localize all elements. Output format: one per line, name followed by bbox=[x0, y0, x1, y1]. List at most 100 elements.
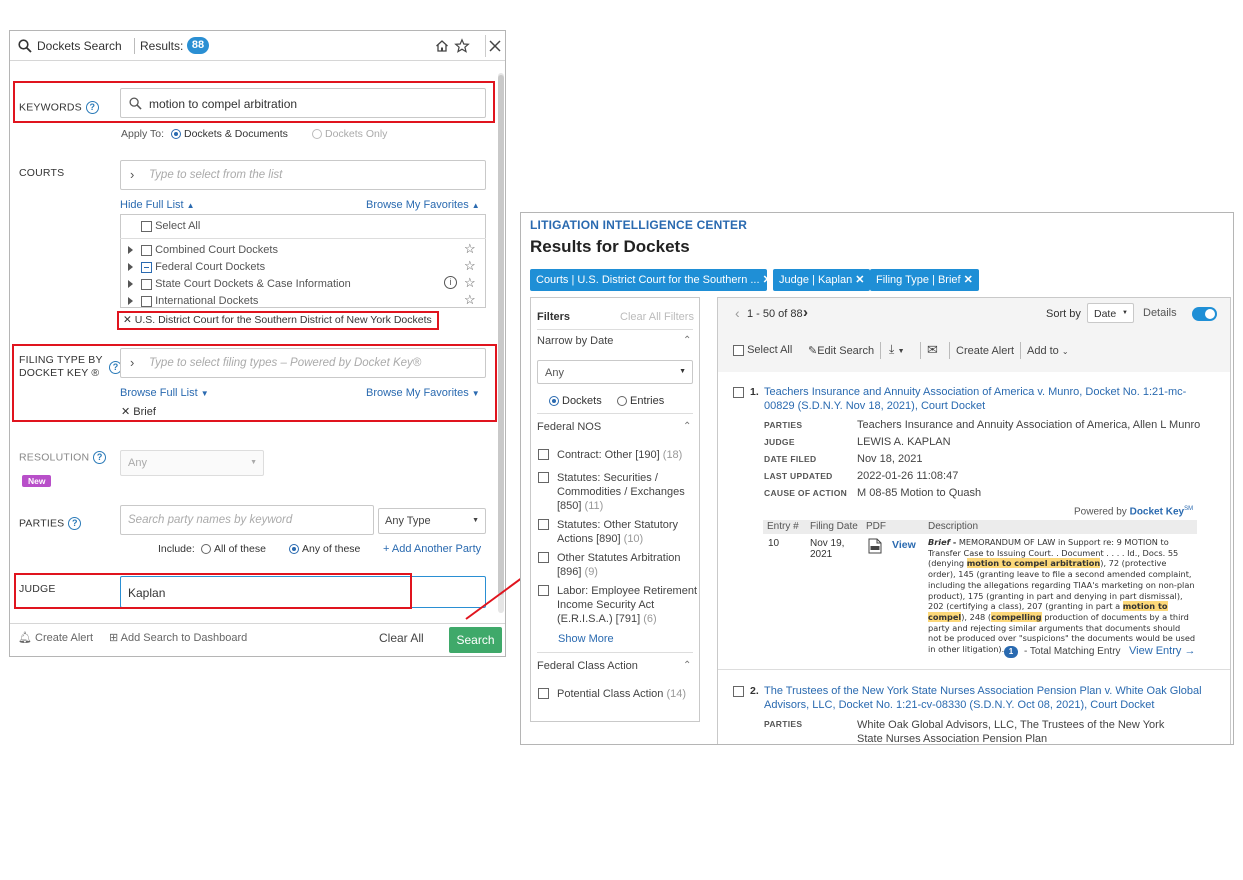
sort-select[interactable]: Date ▼ bbox=[1087, 303, 1134, 323]
divider bbox=[880, 342, 881, 359]
radio-label: Dockets bbox=[562, 395, 602, 407]
item-count: (9) bbox=[584, 566, 598, 578]
item-count: (6) bbox=[643, 613, 657, 625]
meta-value: M 08-85 Motion to Quash bbox=[857, 487, 982, 499]
item-label: Statutes: Securities / Commodities / Exc… bbox=[557, 472, 685, 512]
result-title-link[interactable]: Teachers Insurance and Annuity Associati… bbox=[764, 385, 1204, 413]
divider bbox=[920, 342, 921, 359]
view-pdf-link[interactable]: View bbox=[892, 539, 916, 551]
chip-label: Courts | U.S. District Court for the Sou… bbox=[536, 274, 760, 286]
chevron-up-icon[interactable]: ⌃ bbox=[683, 421, 691, 432]
checkbox[interactable] bbox=[538, 688, 549, 699]
column-header: Entry # bbox=[767, 521, 799, 532]
checkbox[interactable] bbox=[733, 344, 744, 356]
item-count: (18) bbox=[662, 449, 683, 461]
view-entry-link[interactable]: View Entry → bbox=[1129, 645, 1195, 657]
meta-key: CAUSE OF ACTION bbox=[764, 488, 848, 498]
divider bbox=[718, 669, 1230, 670]
narrow-by-date-header[interactable]: Narrow by Date bbox=[537, 335, 613, 347]
pdf-icon[interactable] bbox=[868, 538, 882, 554]
matching-label: - Total Matching Entry bbox=[1024, 646, 1121, 657]
radio-entries[interactable]: Entries bbox=[617, 395, 664, 407]
caret-down-icon: ▼ bbox=[1122, 310, 1128, 316]
show-more-link[interactable]: Show More bbox=[558, 633, 614, 645]
column-header: Description bbox=[928, 521, 979, 532]
app-name: LITIGATION INTELLIGENCE CENTER bbox=[530, 218, 748, 232]
meta-value: LEWIS A. KAPLAN bbox=[857, 436, 951, 448]
chevron-up-icon[interactable]: ⌃ bbox=[683, 660, 691, 671]
chevron-left-icon[interactable]: ‹ bbox=[735, 305, 740, 321]
divider bbox=[949, 342, 950, 359]
item-label: Labor: Employee Retirement Income Securi… bbox=[557, 585, 698, 625]
powered-by-text: Powered by bbox=[1074, 506, 1127, 518]
checkbox[interactable] bbox=[538, 552, 549, 563]
entry-description: Brief - MEMORANDUM OF LAW in Support re:… bbox=[928, 537, 1196, 655]
meta-value: Nov 18, 2021 bbox=[857, 453, 923, 465]
meta-key: LAST UPDATED bbox=[764, 471, 833, 481]
divider bbox=[537, 652, 693, 653]
clear-all-filters-link[interactable]: Clear All Filters bbox=[620, 311, 694, 323]
close-icon[interactable]: ✕ bbox=[964, 274, 973, 286]
results-list: ‹ 1 - 50 of 88 › Sort by Date ▼ Details … bbox=[717, 297, 1231, 744]
column-header: Filing Date bbox=[810, 521, 858, 532]
button-label: Edit Search bbox=[817, 345, 875, 357]
filter-chip-filing-type[interactable]: Filing Type | Brief ✕ bbox=[870, 269, 979, 291]
result-number: 1. bbox=[750, 386, 759, 398]
close-icon[interactable]: ✕ bbox=[855, 274, 864, 286]
select-all-results[interactable]: Select All bbox=[733, 344, 792, 356]
filter-chip-judge[interactable]: Judge | Kaplan ✕ bbox=[773, 269, 871, 291]
create-alert-button[interactable]: Create Alert bbox=[956, 345, 1014, 357]
radio-unselected[interactable] bbox=[617, 396, 627, 407]
checkbox[interactable] bbox=[538, 449, 549, 460]
matching-count-badge: 1 bbox=[1004, 646, 1018, 658]
item-count: (14) bbox=[666, 688, 687, 700]
chip-label: Filing Type | Brief bbox=[876, 274, 961, 286]
download-icon[interactable]: ⤓ ▼ bbox=[889, 342, 905, 357]
meta-key: DATE FILED bbox=[764, 454, 817, 464]
item-label: Statutes: Other Statutory Actions [890] bbox=[557, 519, 679, 545]
federal-class-action-header[interactable]: Federal Class Action bbox=[537, 660, 638, 672]
meta-key: PARTIES bbox=[764, 719, 803, 729]
divider bbox=[537, 329, 693, 330]
details-toggle[interactable] bbox=[1192, 307, 1217, 321]
pencil-icon: ✎ bbox=[808, 345, 818, 357]
meta-key: PARTIES bbox=[764, 420, 803, 430]
meta-key: JUDGE bbox=[764, 437, 795, 447]
checkbox[interactable] bbox=[538, 472, 549, 483]
toggle-knob bbox=[1205, 309, 1215, 319]
radio-selected[interactable] bbox=[549, 396, 559, 407]
item-label: Contract: Other [190] bbox=[557, 449, 660, 461]
result-range: 1 - 50 of 88 bbox=[747, 308, 803, 320]
result-checkbox[interactable] bbox=[733, 387, 744, 398]
federal-nos-header[interactable]: Federal NOS bbox=[537, 421, 601, 433]
add-to-menu[interactable]: Add to ⌄ bbox=[1027, 345, 1069, 357]
divider bbox=[537, 413, 693, 414]
close-icon[interactable]: ✕ bbox=[763, 274, 767, 286]
result-title-link[interactable]: The Trustees of the New York State Nurse… bbox=[764, 684, 1204, 712]
radio-dockets[interactable]: Dockets bbox=[549, 395, 602, 407]
edit-search-button[interactable]: ✎Edit Search bbox=[808, 344, 874, 357]
checkbox[interactable] bbox=[538, 519, 549, 530]
email-icon[interactable]: ✉ bbox=[927, 342, 938, 358]
chevron-up-icon[interactable]: ⌃ bbox=[683, 335, 691, 346]
chip-label: Judge | Kaplan bbox=[779, 274, 853, 286]
select-all-label: Select All bbox=[747, 344, 793, 356]
divider bbox=[1020, 342, 1021, 359]
entry-number: 10 bbox=[768, 538, 780, 549]
date-value: Any bbox=[545, 367, 564, 379]
caret-down-icon: ▼ bbox=[897, 348, 905, 355]
checkbox[interactable] bbox=[538, 585, 549, 596]
chevron-down-icon: ⌄ bbox=[1061, 347, 1069, 356]
item-count: (10) bbox=[623, 533, 644, 545]
results-panel: LITIGATION INTELLIGENCE CENTER Results f… bbox=[520, 212, 1234, 745]
result-checkbox[interactable] bbox=[733, 686, 744, 697]
date-select[interactable]: Any ▼ bbox=[537, 360, 693, 384]
menu-label: Add to bbox=[1027, 345, 1059, 357]
filter-chip-courts[interactable]: Courts | U.S. District Court for the Sou… bbox=[530, 269, 767, 291]
radio-label: Entries bbox=[630, 395, 665, 407]
sort-by-label: Sort by bbox=[1046, 308, 1081, 320]
filters-panel: Filters Clear All Filters Narrow by Date… bbox=[530, 297, 700, 722]
chevron-right-icon[interactable]: › bbox=[803, 304, 808, 321]
item-label: Potential Class Action bbox=[557, 688, 664, 700]
page-title: Results for Dockets bbox=[530, 237, 690, 256]
